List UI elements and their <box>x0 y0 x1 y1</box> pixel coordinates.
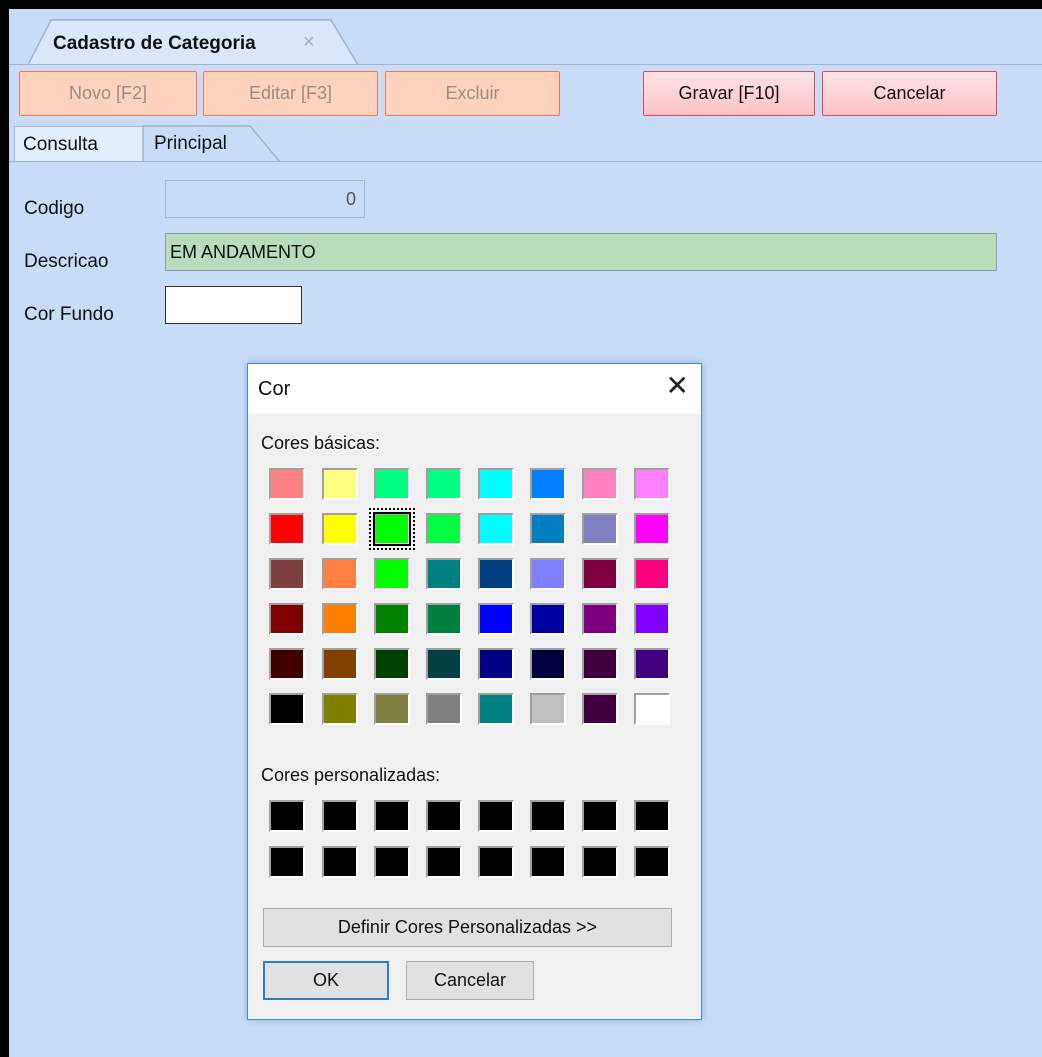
basic-color-swatch[interactable] <box>322 468 358 500</box>
descricao-field[interactable]: EM ANDAMENTO <box>165 233 997 271</box>
basic-color-swatch[interactable] <box>269 513 305 545</box>
color-dialog: Cor ✕ Cores básicas: Cores personalizada… <box>247 363 702 1020</box>
basic-color-swatch[interactable] <box>582 693 618 725</box>
codigo-label: Codigo <box>24 198 85 219</box>
cor-fundo-color-field[interactable] <box>165 286 302 324</box>
basic-color-swatch[interactable] <box>322 603 358 635</box>
basic-color-swatch[interactable] <box>374 693 410 725</box>
close-icon[interactable]: × <box>303 31 315 54</box>
codigo-field: 0 <box>165 180 365 218</box>
basic-color-swatch[interactable] <box>269 648 305 680</box>
tab-strip-divider <box>9 64 1042 65</box>
basic-color-swatch[interactable] <box>634 513 670 545</box>
basic-color-swatch[interactable] <box>582 468 618 500</box>
basic-color-swatch[interactable] <box>634 468 670 500</box>
excluir-button[interactable]: Excluir <box>385 71 560 116</box>
descricao-value: EM ANDAMENTO <box>170 241 316 262</box>
novo-button[interactable]: Novo [F2] <box>19 71 197 116</box>
basic-color-swatch[interactable] <box>634 648 670 680</box>
basic-color-swatch[interactable] <box>530 648 566 680</box>
custom-color-swatch[interactable] <box>269 800 305 832</box>
codigo-value: 0 <box>345 188 356 209</box>
basic-color-swatch[interactable] <box>478 603 514 635</box>
basic-color-swatch[interactable] <box>374 558 410 590</box>
basic-color-swatch[interactable] <box>530 468 566 500</box>
custom-color-swatch[interactable] <box>269 846 305 878</box>
basic-color-swatch[interactable] <box>426 693 462 725</box>
basic-color-swatch[interactable] <box>269 558 305 590</box>
basic-color-swatch[interactable] <box>478 693 514 725</box>
cor-fundo-label: Cor Fundo <box>24 304 114 325</box>
custom-color-swatch[interactable] <box>634 800 670 832</box>
custom-color-swatch[interactable] <box>374 846 410 878</box>
custom-color-swatch[interactable] <box>530 846 566 878</box>
tab-consulta[interactable]: Consulta <box>14 126 144 162</box>
editar-button[interactable]: Editar [F3] <box>203 71 378 116</box>
custom-color-swatch[interactable] <box>426 800 462 832</box>
basic-color-swatch[interactable] <box>478 513 514 545</box>
basic-color-swatch[interactable] <box>322 558 358 590</box>
custom-color-swatch[interactable] <box>634 846 670 878</box>
custom-color-swatch[interactable] <box>322 846 358 878</box>
basic-color-swatch[interactable] <box>634 693 670 725</box>
basic-color-swatch[interactable] <box>478 558 514 590</box>
basic-color-swatch[interactable] <box>426 648 462 680</box>
basic-color-swatch[interactable] <box>426 468 462 500</box>
basic-color-swatch[interactable] <box>478 468 514 500</box>
custom-color-swatch[interactable] <box>374 800 410 832</box>
basic-color-swatch[interactable] <box>582 558 618 590</box>
close-icon[interactable]: ✕ <box>666 372 689 400</box>
basic-colors-label: Cores básicas: <box>261 433 381 453</box>
custom-color-swatch[interactable] <box>478 800 514 832</box>
basic-color-swatch[interactable] <box>426 603 462 635</box>
custom-color-swatch[interactable] <box>426 846 462 878</box>
basic-color-swatch[interactable] <box>634 603 670 635</box>
selected-swatch-indicator <box>369 508 415 550</box>
custom-color-swatch[interactable] <box>530 800 566 832</box>
basic-color-swatch[interactable] <box>322 648 358 680</box>
tab-consulta-label: Consulta <box>23 133 98 155</box>
ok-button[interactable]: OK <box>263 961 389 1000</box>
basic-color-swatch[interactable] <box>478 648 514 680</box>
basic-color-swatch[interactable] <box>426 558 462 590</box>
dialog-title: Cor <box>258 378 291 400</box>
custom-color-swatch[interactable] <box>478 846 514 878</box>
custom-color-swatch[interactable] <box>582 846 618 878</box>
basic-color-swatch[interactable] <box>269 693 305 725</box>
basic-color-swatch[interactable] <box>269 468 305 500</box>
basic-color-swatch[interactable] <box>582 603 618 635</box>
basic-color-swatch[interactable] <box>582 648 618 680</box>
basic-color-swatch[interactable] <box>582 513 618 545</box>
cancelar-button[interactable]: Cancelar <box>822 71 997 116</box>
define-custom-colors-button[interactable]: Definir Cores Personalizadas >> <box>263 908 672 947</box>
tab-principal-label: Principal <box>154 133 227 154</box>
custom-color-swatch[interactable] <box>582 800 618 832</box>
gravar-button[interactable]: Gravar [F10] <box>643 71 815 116</box>
basic-color-swatch[interactable] <box>374 648 410 680</box>
custom-color-swatch[interactable] <box>322 800 358 832</box>
basic-color-swatch[interactable] <box>374 603 410 635</box>
basic-color-swatch[interactable] <box>374 468 410 500</box>
basic-color-swatch[interactable] <box>530 558 566 590</box>
basic-color-swatch[interactable] <box>269 603 305 635</box>
document-tab-title: Cadastro de Categoria <box>53 33 256 54</box>
custom-colors-label: Cores personalizadas: <box>261 765 441 785</box>
dialog-cancel-button[interactable]: Cancelar <box>406 961 534 1000</box>
basic-color-swatch[interactable] <box>426 513 462 545</box>
basic-color-swatch[interactable] <box>530 603 566 635</box>
basic-color-swatch[interactable] <box>634 558 670 590</box>
descricao-label: Descricao <box>24 251 109 272</box>
tab-principal[interactable]: Principal <box>146 126 256 162</box>
basic-color-swatch[interactable] <box>530 513 566 545</box>
basic-color-swatch[interactable] <box>322 513 358 545</box>
subtab-divider <box>9 161 1042 162</box>
basic-color-swatch[interactable] <box>530 693 566 725</box>
basic-color-swatch[interactable] <box>322 693 358 725</box>
dialog-titlebar: Cor ✕ <box>248 364 701 414</box>
